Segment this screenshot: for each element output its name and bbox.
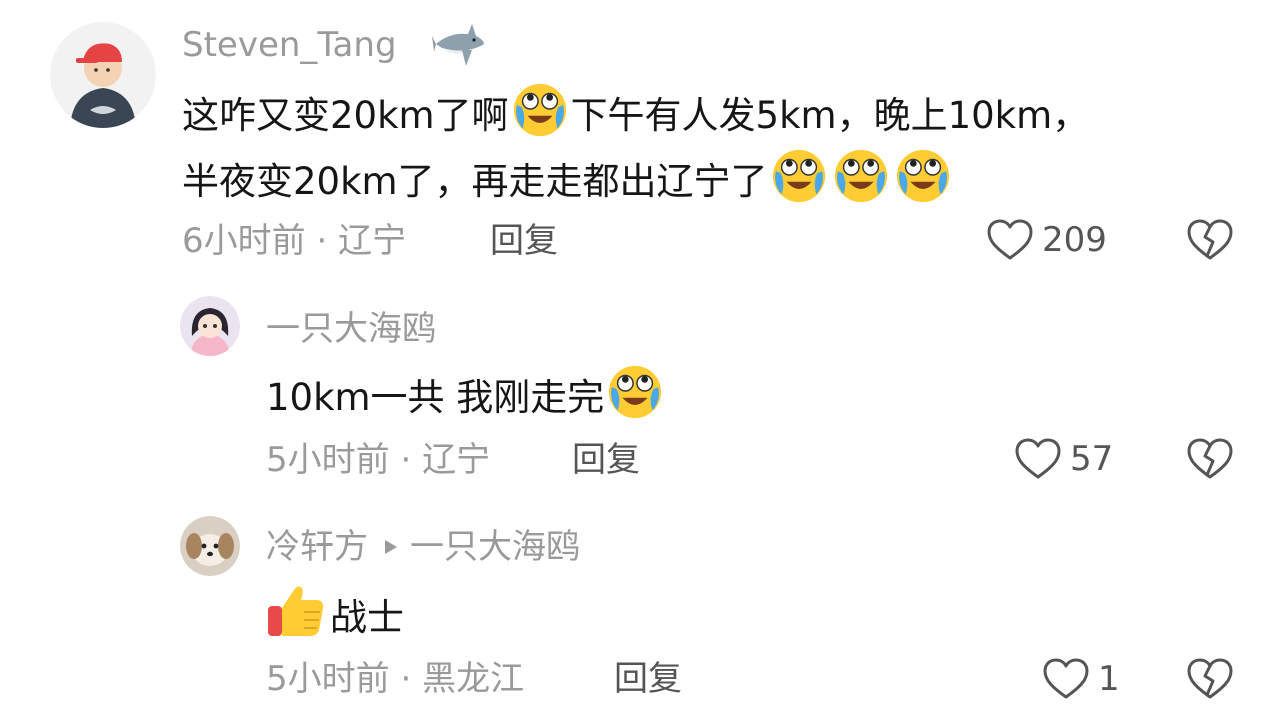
- heart-icon: [1014, 437, 1062, 481]
- meta-separator: ·: [316, 221, 328, 261]
- comment-author[interactable]: 冷轩方: [266, 530, 368, 564]
- reply-button[interactable]: 回复: [490, 224, 558, 258]
- comment-text-line2: 半夜变20km了，再走走都出辽宁了: [182, 146, 954, 215]
- dislike-button[interactable]: [1186, 218, 1234, 266]
- comment-location: 黑龙江: [422, 659, 525, 699]
- dislike-button[interactable]: [1186, 657, 1234, 705]
- comment-text-part: 这咋又变20km了啊: [182, 94, 509, 137]
- comment-time: 6小时前: [182, 221, 306, 261]
- broken-heart-icon: [1186, 218, 1234, 262]
- comment-text: 战士: [266, 582, 404, 651]
- comment-author[interactable]: 一只大海鸥: [266, 312, 436, 346]
- comment-location: 辽宁: [422, 440, 491, 480]
- comment-meta: 6小时前 · 辽宁: [182, 224, 406, 258]
- reply-button[interactable]: 回复: [614, 662, 682, 696]
- like-count: 1: [1098, 659, 1120, 699]
- comment-text: 这咋又变20km了啊 下午有人发5km，晚上10km，: [182, 80, 1089, 149]
- heart-icon: [1042, 657, 1090, 701]
- broken-heart-icon: [1186, 437, 1234, 481]
- comment-location: 辽宁: [338, 221, 407, 261]
- avatar[interactable]: [50, 22, 156, 128]
- reply-button[interactable]: 回复: [572, 443, 640, 477]
- comment-time: 5小时前: [266, 440, 390, 480]
- comment-author[interactable]: Steven_Tang: [182, 28, 397, 62]
- thumbs-up-emoji: [268, 586, 324, 636]
- comment-author-line: 冷轩方 一只大海鸥: [266, 530, 580, 564]
- broken-heart-icon: [1186, 657, 1234, 701]
- crying-laughing-emoji: [606, 362, 664, 420]
- avatar[interactable]: [180, 516, 240, 576]
- reply-to-user[interactable]: 一只大海鸥: [410, 530, 580, 564]
- like-count: 57: [1070, 439, 1114, 479]
- comment-text: 10km一共 我刚走完: [266, 362, 666, 431]
- dislike-button[interactable]: [1186, 437, 1234, 485]
- triangle-right-icon: [385, 540, 397, 554]
- crying-laughing-emoji: [894, 146, 952, 204]
- heart-icon: [986, 218, 1034, 262]
- comment-text-part: 战士: [330, 596, 404, 639]
- avatar[interactable]: [180, 296, 240, 356]
- comment-time: 5小时前: [266, 659, 390, 699]
- comment-text-part: 下午有人发5km，晚上10km，: [570, 94, 1090, 137]
- crying-laughing-emoji: [770, 146, 828, 204]
- meta-separator: ·: [400, 440, 412, 480]
- comment-text-part: 10km一共 我刚走完: [266, 376, 605, 419]
- comment-meta: 5小时前 · 辽宁: [266, 443, 490, 477]
- comment-meta: 5小时前 · 黑龙江: [266, 662, 524, 696]
- meta-separator: ·: [400, 659, 412, 699]
- crying-laughing-emoji: [511, 80, 569, 138]
- like-count: 209: [1042, 220, 1107, 260]
- comment-text-part: 半夜变20km了，再走走都出辽宁了: [182, 160, 768, 203]
- crying-laughing-emoji: [832, 146, 890, 204]
- like-button[interactable]: 209: [986, 218, 1107, 262]
- like-button[interactable]: 57: [1014, 437, 1113, 481]
- like-button[interactable]: 1: [1042, 657, 1120, 701]
- shark-icon: [432, 18, 488, 74]
